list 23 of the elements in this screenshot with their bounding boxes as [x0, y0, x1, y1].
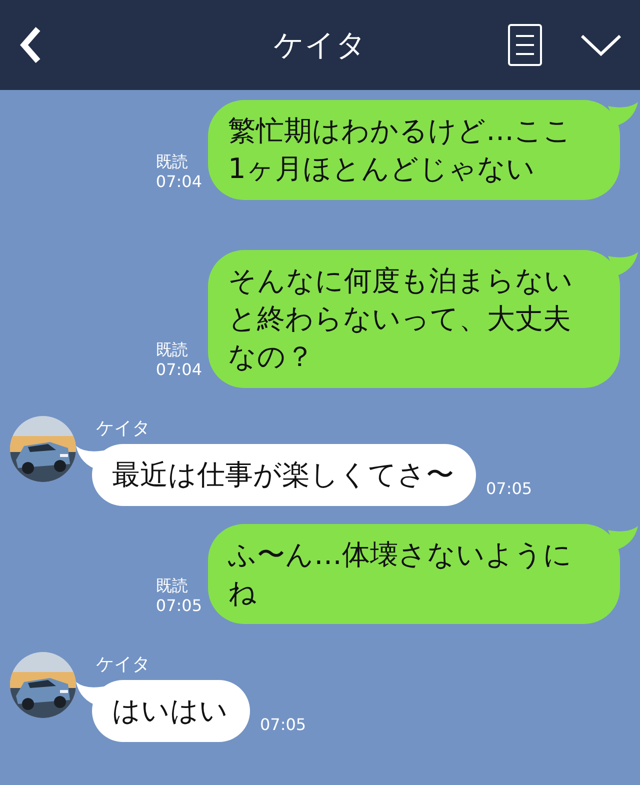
message-bubble: 繁忙期はわかるけど…ここ 1ヶ月ほとんどじゃない [208, 100, 620, 200]
message-time: 07:04 [156, 172, 202, 192]
read-receipt: 既読 [156, 340, 189, 360]
chevron-down-icon[interactable] [580, 33, 622, 57]
sender-name: ケイタ [96, 653, 151, 676]
bubble-tail [608, 526, 638, 550]
sender-name: ケイタ [96, 417, 151, 440]
message-time: 07:05 [486, 479, 532, 498]
message-bubble: はいはい [92, 680, 250, 742]
bubble-tail [608, 252, 638, 276]
menu-icon[interactable] [508, 24, 542, 66]
message-bubble: ふ〜ん…体壊さないように ね [208, 524, 620, 624]
bubble-tail [76, 682, 106, 706]
message-time: 07:04 [156, 360, 202, 380]
message-bubble: 最近は仕事が楽しくてさ〜 [92, 444, 476, 506]
chat-title: ケイタ [274, 28, 366, 62]
read-receipt: 既読 [156, 152, 189, 172]
read-receipt: 既読 [156, 576, 189, 596]
message-bubble: そんなに何度も泊まらない と終わらないって、大丈夫 なの？ [208, 250, 620, 388]
message-time: 07:05 [260, 715, 306, 734]
bubble-tail [608, 102, 638, 126]
message-time: 07:05 [156, 596, 202, 616]
bubble-tail [76, 446, 106, 470]
